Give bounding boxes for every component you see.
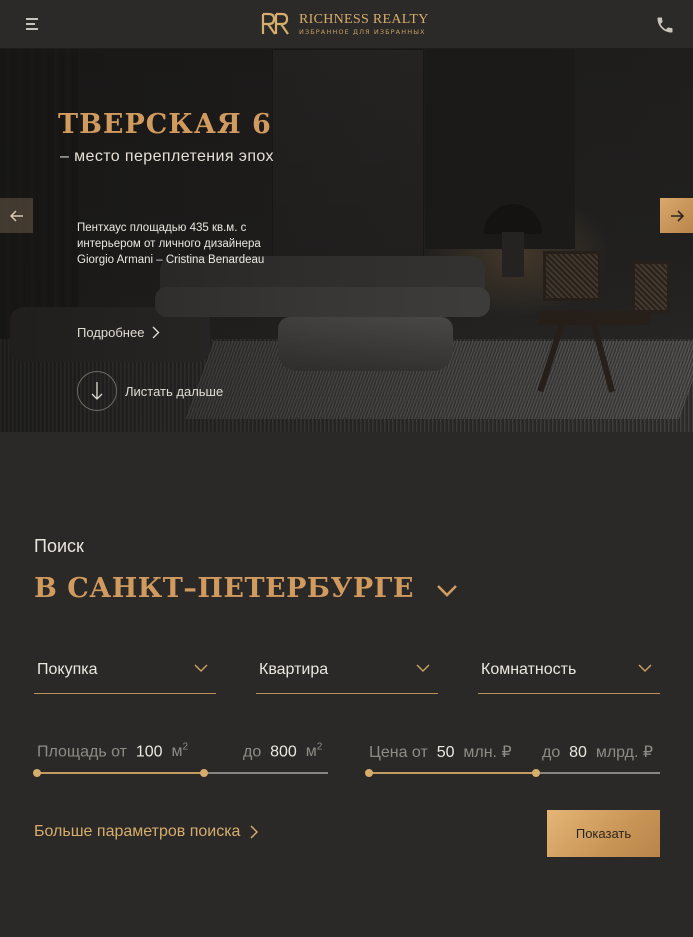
phone-icon[interactable] xyxy=(655,15,675,35)
hero-description: Пентхаус площадью 435 кв.м. с интерьером… xyxy=(77,222,265,266)
area-unit-base: м xyxy=(305,743,317,761)
brand-logo[interactable]: RICHNESS REALTY ИЗБРАННОЕ ДЛЯ ИЗБРАННЫХ xyxy=(261,11,429,37)
price-from-unit: млн. ₽ xyxy=(463,744,512,761)
area-to: до 800 м2 xyxy=(243,742,322,761)
area-unit: м2 xyxy=(171,742,189,761)
chevron-down-icon xyxy=(416,664,430,673)
price-track xyxy=(536,772,660,774)
price-to-unit: млрд. ₽ xyxy=(595,744,654,761)
slider-next-button[interactable] xyxy=(660,198,693,233)
area-unit: м2 xyxy=(305,742,323,761)
hero-title: ТВЕРСКАЯ 6 xyxy=(58,109,272,140)
price-to-label: до xyxy=(542,744,561,761)
brand-name: RICHNESS REALTY xyxy=(299,11,429,27)
logo-mark-icon xyxy=(261,12,289,35)
area-unit-sup: 2 xyxy=(182,742,189,753)
rooms-select[interactable]: Комнатность xyxy=(478,648,660,694)
property-type-select[interactable]: Квартира xyxy=(256,648,438,694)
price-track-active xyxy=(369,772,536,774)
arrow-down-icon xyxy=(91,382,103,400)
hero-subtitle: – место переплетения эпох xyxy=(60,148,274,165)
area-to-label: до xyxy=(243,743,262,761)
scroll-down-button[interactable]: Листать дальше xyxy=(77,371,223,411)
burger-menu-icon[interactable] xyxy=(26,17,40,31)
hero-slider: ТВЕРСКАЯ 6 – место переплетения эпох Пен… xyxy=(0,49,693,432)
area-unit-sup: 2 xyxy=(316,742,323,753)
chevron-down-icon xyxy=(194,664,208,673)
area-from: Площадь от 100 м2 xyxy=(37,742,188,761)
city-name: В САНКТ–ПЕТЕРБУРГЕ xyxy=(34,573,414,604)
deal-type-select[interactable]: Покупка xyxy=(34,648,216,694)
price-min-handle[interactable] xyxy=(365,769,373,777)
price-range[interactable]: Цена от 50 млн. ₽ до 80 млрд. ₽ xyxy=(365,734,660,784)
price-from-label: Цена от xyxy=(369,744,428,761)
show-results-button[interactable]: Показать xyxy=(547,810,660,857)
rooms-value: Комнатность xyxy=(481,661,577,678)
more-params-label: Больше параметров поиска xyxy=(34,823,241,840)
area-range[interactable]: Площадь от 100 м2 до 800 м2 xyxy=(33,734,328,784)
brand-tagline: ИЗБРАННОЕ ДЛЯ ИЗБРАННЫХ xyxy=(299,27,426,36)
scroll-label: Листать дальше xyxy=(125,383,224,399)
arrow-right-icon xyxy=(670,209,684,222)
site-header: RICHNESS REALTY ИЗБРАННОЕ ДЛЯ ИЗБРАННЫХ xyxy=(0,0,693,49)
area-from-label: Площадь от xyxy=(37,743,127,761)
price-from: Цена от 50 млн. ₽ xyxy=(369,742,512,762)
hero-more-label: Подробнее xyxy=(77,325,145,340)
price-from-value[interactable]: 50 xyxy=(437,744,455,761)
area-max-handle[interactable] xyxy=(200,769,208,777)
chevron-right-icon xyxy=(250,825,259,839)
search-label: Поиск xyxy=(34,536,84,556)
deal-type-value: Покупка xyxy=(37,661,98,678)
slider-prev-button[interactable] xyxy=(0,198,33,233)
hero-more-link[interactable]: Подробнее xyxy=(77,325,160,340)
scroll-circle xyxy=(77,371,117,411)
price-max-handle[interactable] xyxy=(532,769,540,777)
city-selector[interactable]: В САНКТ–ПЕТЕРБУРГЕ xyxy=(34,573,458,604)
price-to: до 80 млрд. ₽ xyxy=(542,742,653,762)
chevron-down-icon xyxy=(638,664,652,673)
more-search-params-link[interactable]: Больше параметров поиска xyxy=(34,823,259,841)
chevron-down-icon xyxy=(437,585,457,597)
area-min-handle[interactable] xyxy=(33,769,41,777)
area-from-value[interactable]: 100 xyxy=(136,743,163,760)
search-section: Поиск В САНКТ–ПЕТЕРБУРГЕ Покупка Квартир… xyxy=(0,432,693,937)
area-unit-base: м xyxy=(171,743,183,761)
arrow-left-icon xyxy=(9,209,23,222)
property-type-value: Квартира xyxy=(259,661,329,678)
area-track xyxy=(204,772,328,774)
area-to-value[interactable]: 800 xyxy=(270,743,297,760)
chevron-right-icon xyxy=(152,326,160,339)
price-to-value[interactable]: 80 xyxy=(569,744,587,761)
area-track-active xyxy=(37,772,204,774)
